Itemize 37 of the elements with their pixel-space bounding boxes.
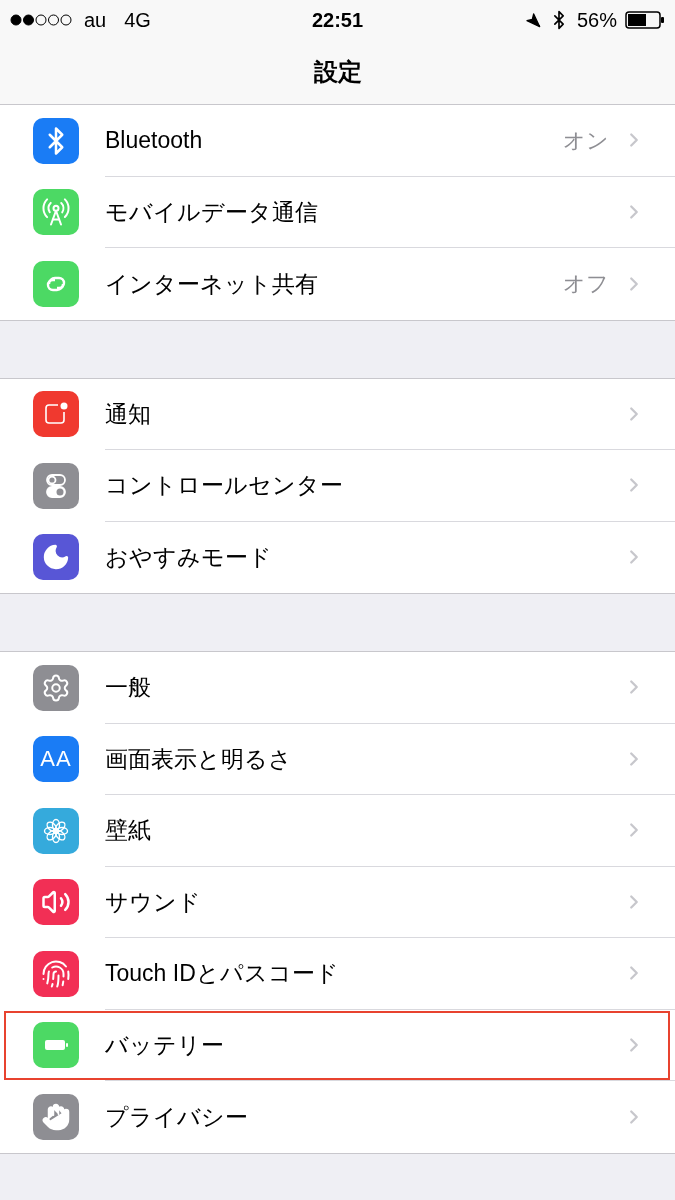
row-label: Bluetooth <box>105 126 204 155</box>
settings-row[interactable]: AA 画面表示と明るさ <box>0 723 675 795</box>
settings-row[interactable]: コントロールセンター <box>0 450 675 522</box>
settings-row[interactable]: Touch IDとパスコード <box>0 938 675 1010</box>
settings-row[interactable]: インターネット共有 オフ <box>0 248 675 320</box>
location-icon <box>524 12 541 28</box>
row-label: インターネット共有 <box>105 269 319 299</box>
row-value: オフ <box>563 270 609 299</box>
row-value: オン <box>563 126 609 155</box>
battery-percentage: 56% <box>576 8 617 33</box>
battery-icon <box>625 11 665 29</box>
text-size-tile-icon: AA <box>33 736 79 783</box>
settings-row[interactable]: Bluetooth オン <box>0 105 675 177</box>
settings-row[interactable]: 壁紙 <box>0 795 675 867</box>
nav-title: 設定 <box>313 57 362 87</box>
clock: 22:51 <box>311 8 364 33</box>
row-label: サウンド <box>105 887 202 917</box>
row-label: おやすみモード <box>105 543 273 572</box>
settings-row[interactable]: プライバシー <box>0 1081 675 1153</box>
row-label: Touch IDとパスコード <box>105 959 340 988</box>
carrier-name: au <box>84 8 107 33</box>
row-label: コントロールセンター <box>105 471 344 500</box>
row-label: 通知 <box>105 399 152 429</box>
settings-row[interactable]: 一般 <box>0 652 675 724</box>
row-label: 画面表示と明るさ <box>105 744 293 774</box>
row-label: 一般 <box>105 673 152 702</box>
signal-icon <box>10 14 72 26</box>
settings-row[interactable]: モバイルデータ通信 <box>0 176 675 248</box>
row-label: モバイルデータ通信 <box>105 197 319 227</box>
settings-row[interactable]: おやすみモード <box>0 521 675 593</box>
row-label: 壁紙 <box>105 816 152 845</box>
settings-row[interactable]: 通知 <box>0 378 675 450</box>
settings-row[interactable]: バッテリー <box>0 1009 675 1081</box>
row-label: プライバシー <box>105 1102 249 1132</box>
network-type: 4G <box>124 8 151 33</box>
row-label: バッテリー <box>105 1030 225 1060</box>
settings-row[interactable]: サウンド <box>0 866 675 938</box>
